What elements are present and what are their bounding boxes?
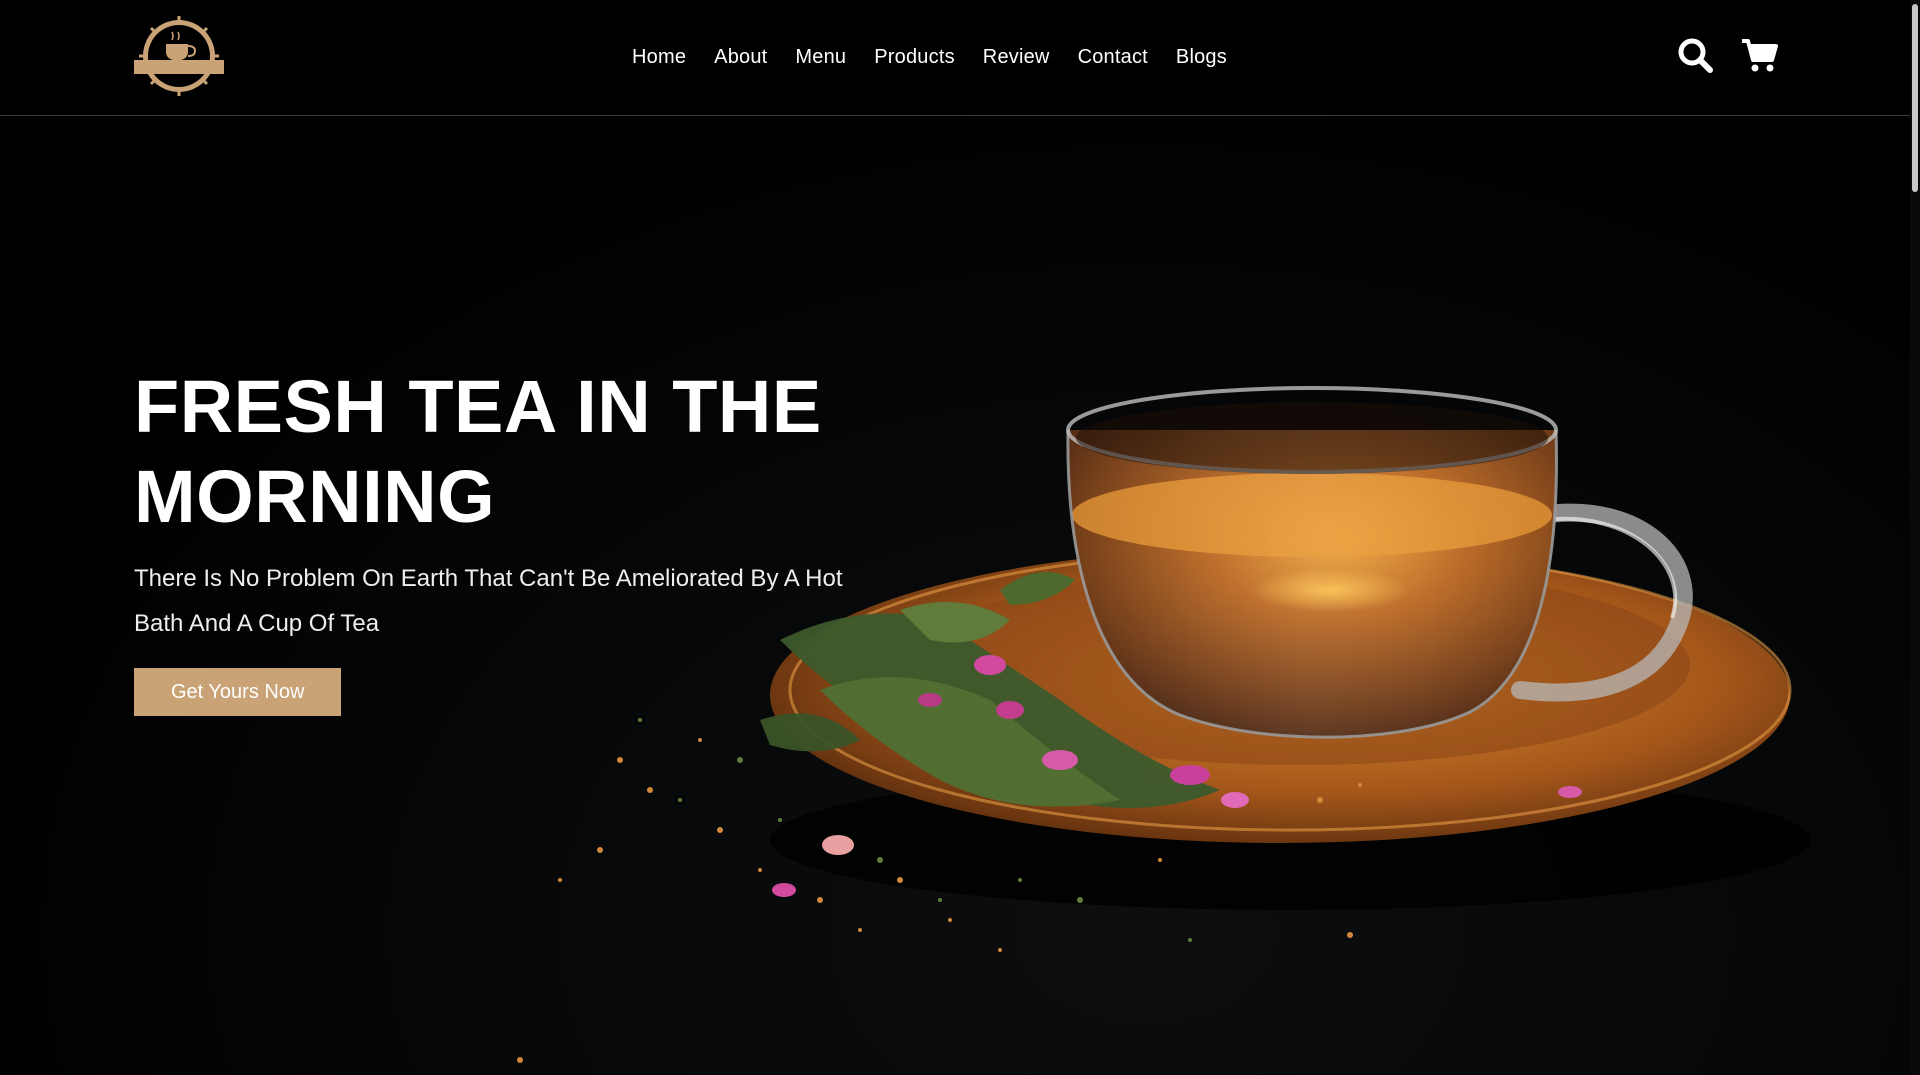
hero-title-line2: MORNING [134,455,496,538]
nav-home[interactable]: Home [632,46,686,69]
nav-products[interactable]: Products [874,46,955,69]
main-nav: Home About Menu Products Review Contact … [632,0,1227,115]
hero-title-line1: FRESH TEA IN THE [134,365,822,448]
page-scrollbar[interactable] [1910,0,1920,1075]
cafena-logo[interactable] [132,16,226,96]
scrollbar-thumb[interactable] [1912,4,1918,192]
nav-blogs[interactable]: Blogs [1176,46,1227,69]
page: Home About Menu Products Review Contact … [0,0,1920,1075]
search-icon[interactable] [1676,36,1714,74]
nav-menu[interactable]: Menu [795,46,846,69]
hero-title: FRESH TEA IN THE MORNING [134,362,894,542]
nav-review[interactable]: Review [983,46,1050,69]
nav-contact[interactable]: Contact [1078,46,1148,69]
get-yours-now-button[interactable]: Get Yours Now [134,668,342,716]
cart-icon[interactable] [1740,36,1778,74]
hero-section: FRESH TEA IN THE MORNING There Is No Pro… [134,362,894,716]
hero-subtitle: There Is No Problem On Earth That Can't … [134,565,843,637]
header-actions [1676,36,1778,74]
site-header: Home About Menu Products Review Contact … [0,0,1910,116]
nav-about[interactable]: About [714,46,767,69]
